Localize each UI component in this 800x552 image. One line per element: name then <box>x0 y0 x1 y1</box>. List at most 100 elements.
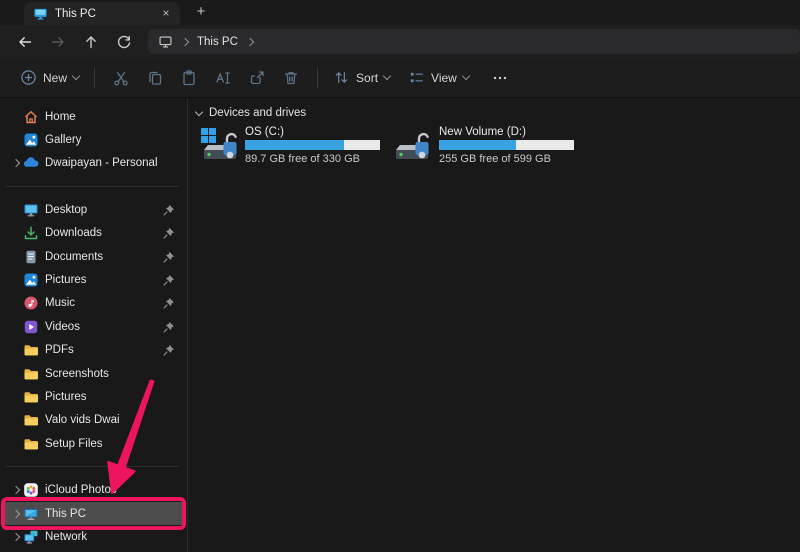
sort-button[interactable]: Sort <box>327 65 396 90</box>
sidebar-item-screenshots[interactable]: Screenshots <box>3 362 184 385</box>
sidebar-item-valo-vids-dwai[interactable]: Valo vids Dwai <box>3 409 184 432</box>
tab-bar: This PC × + <box>0 0 800 25</box>
sidebar-item-music[interactable]: Music <box>3 292 184 315</box>
sidebar-item-label: Dwaipayan - Personal <box>45 157 158 169</box>
icloud-icon <box>23 482 39 498</box>
cut-button[interactable] <box>104 64 138 91</box>
drive-d-bitlocker-icon <box>394 125 436 165</box>
sidebar-item-gallery[interactable]: Gallery <box>3 128 184 151</box>
view-button-label: View <box>431 71 457 85</box>
sidebar-item-home[interactable]: Home <box>3 105 184 128</box>
tab-this-pc[interactable]: This PC × <box>24 2 180 25</box>
tab-close-icon[interactable]: × <box>158 6 174 22</box>
sidebar-item-videos[interactable]: Videos <box>3 315 184 338</box>
chevron-right-icon[interactable] <box>8 478 23 501</box>
address-bar[interactable]: This PC <box>148 29 800 54</box>
sidebar-item-pictures[interactable]: Pictures <box>3 268 184 291</box>
refresh-button[interactable] <box>107 28 140 55</box>
videos-icon <box>23 319 39 335</box>
pin-icon <box>163 321 175 333</box>
sidebar-item-onedrive-personal[interactable]: Dwaipayan - Personal <box>3 152 184 175</box>
sidebar-item-icloud-photos[interactable]: iCloud Photos <box>3 478 184 501</box>
see-more-button[interactable] <box>483 64 517 91</box>
sidebar-item-label: Videos <box>45 321 80 333</box>
sidebar-item-setup-files[interactable]: Setup Files <box>3 432 184 455</box>
sidebar-item-downloads[interactable]: Downloads <box>3 222 184 245</box>
rename-icon <box>214 69 232 87</box>
breadcrumb-chevron-icon[interactable] <box>246 37 254 45</box>
documents-icon <box>23 249 39 265</box>
toolbar-separator <box>317 68 318 88</box>
folder-icon <box>23 389 39 405</box>
copy-button[interactable] <box>138 64 172 91</box>
downloads-icon <box>23 225 39 241</box>
paste-button[interactable] <box>172 64 206 91</box>
chevron-right-icon[interactable] <box>8 502 23 525</box>
toolbar-separator <box>94 68 95 88</box>
sidebar-divider <box>0 455 187 478</box>
capacity-bar-fill <box>245 140 344 150</box>
forward-icon <box>50 34 66 50</box>
capacity-bar <box>245 140 380 150</box>
new-button-label: New <box>43 71 67 85</box>
chevron-right-icon[interactable] <box>8 525 23 548</box>
navigation-pane: Home Gallery Dwaipayan - Personal Deskto… <box>0 98 188 552</box>
chevron-right-icon[interactable] <box>8 152 23 175</box>
sidebar-item-pictures-folder[interactable]: Pictures <box>3 385 184 408</box>
sidebar-item-label: Desktop <box>45 204 87 216</box>
navigation-bar: This PC <box>0 25 800 58</box>
tab-title: This PC <box>55 8 151 20</box>
view-button[interactable]: View <box>402 65 475 90</box>
sort-icon <box>333 69 350 86</box>
music-icon <box>23 295 39 311</box>
pin-icon <box>163 274 175 286</box>
view-icon <box>408 69 425 86</box>
chevron-down-icon <box>72 72 80 80</box>
share-button[interactable] <box>240 64 274 91</box>
sidebar-item-documents[interactable]: Documents <box>3 245 184 268</box>
up-button[interactable] <box>74 28 107 55</box>
folder-icon <box>23 436 39 452</box>
sidebar-item-label: Setup Files <box>45 438 103 450</box>
home-icon <box>23 109 39 125</box>
more-icon <box>491 69 509 87</box>
sidebar-item-label: This PC <box>45 508 86 520</box>
drive-free-space: 89.7 GB free of 330 GB <box>245 153 380 165</box>
group-header-label: Devices and drives <box>209 107 306 119</box>
folder-icon <box>23 412 39 428</box>
chevron-down-icon <box>462 72 470 80</box>
pin-icon <box>163 297 175 309</box>
desktop-icon <box>23 202 39 218</box>
capacity-bar <box>439 140 574 150</box>
drive-item-os-c[interactable]: OS (C:) 89.7 GB free of 330 GB <box>198 123 380 167</box>
back-icon <box>17 34 33 50</box>
new-tab-button[interactable]: + <box>190 2 212 24</box>
devices-and-drives-group-header[interactable]: Devices and drives <box>196 107 800 119</box>
breadcrumb-chevron-icon <box>181 37 189 45</box>
sidebar-item-label: Downloads <box>45 227 102 239</box>
capacity-bar-fill <box>439 140 516 150</box>
back-button[interactable] <box>8 28 41 55</box>
sidebar-item-desktop[interactable]: Desktop <box>3 198 184 221</box>
delete-button[interactable] <box>274 64 308 91</box>
drive-item-new-volume-d[interactable]: New Volume (D:) 255 GB free of 599 GB <box>392 123 574 167</box>
sidebar-item-label: Network <box>45 531 87 543</box>
rename-button[interactable] <box>206 64 240 91</box>
pictures-icon <box>23 272 39 288</box>
sidebar-item-network[interactable]: Network <box>3 525 184 548</box>
this-pc-icon <box>23 506 39 522</box>
sidebar-item-this-pc[interactable]: This PC <box>3 502 184 525</box>
sidebar-item-pdfs[interactable]: PDFs <box>3 339 184 362</box>
refresh-icon <box>116 34 132 50</box>
chevron-down-icon[interactable] <box>195 107 203 115</box>
share-icon <box>248 69 266 87</box>
sidebar-item-label: PDFs <box>45 344 74 356</box>
onedrive-cloud-icon <box>23 155 39 171</box>
cut-icon <box>112 69 130 87</box>
breadcrumb-location[interactable]: This PC <box>197 36 238 48</box>
forward-button[interactable] <box>41 28 74 55</box>
drive-free-space: 255 GB free of 599 GB <box>439 153 574 165</box>
new-button[interactable]: New <box>14 65 85 90</box>
this-pc-breadcrumb-icon <box>158 34 173 49</box>
up-icon <box>83 34 99 50</box>
